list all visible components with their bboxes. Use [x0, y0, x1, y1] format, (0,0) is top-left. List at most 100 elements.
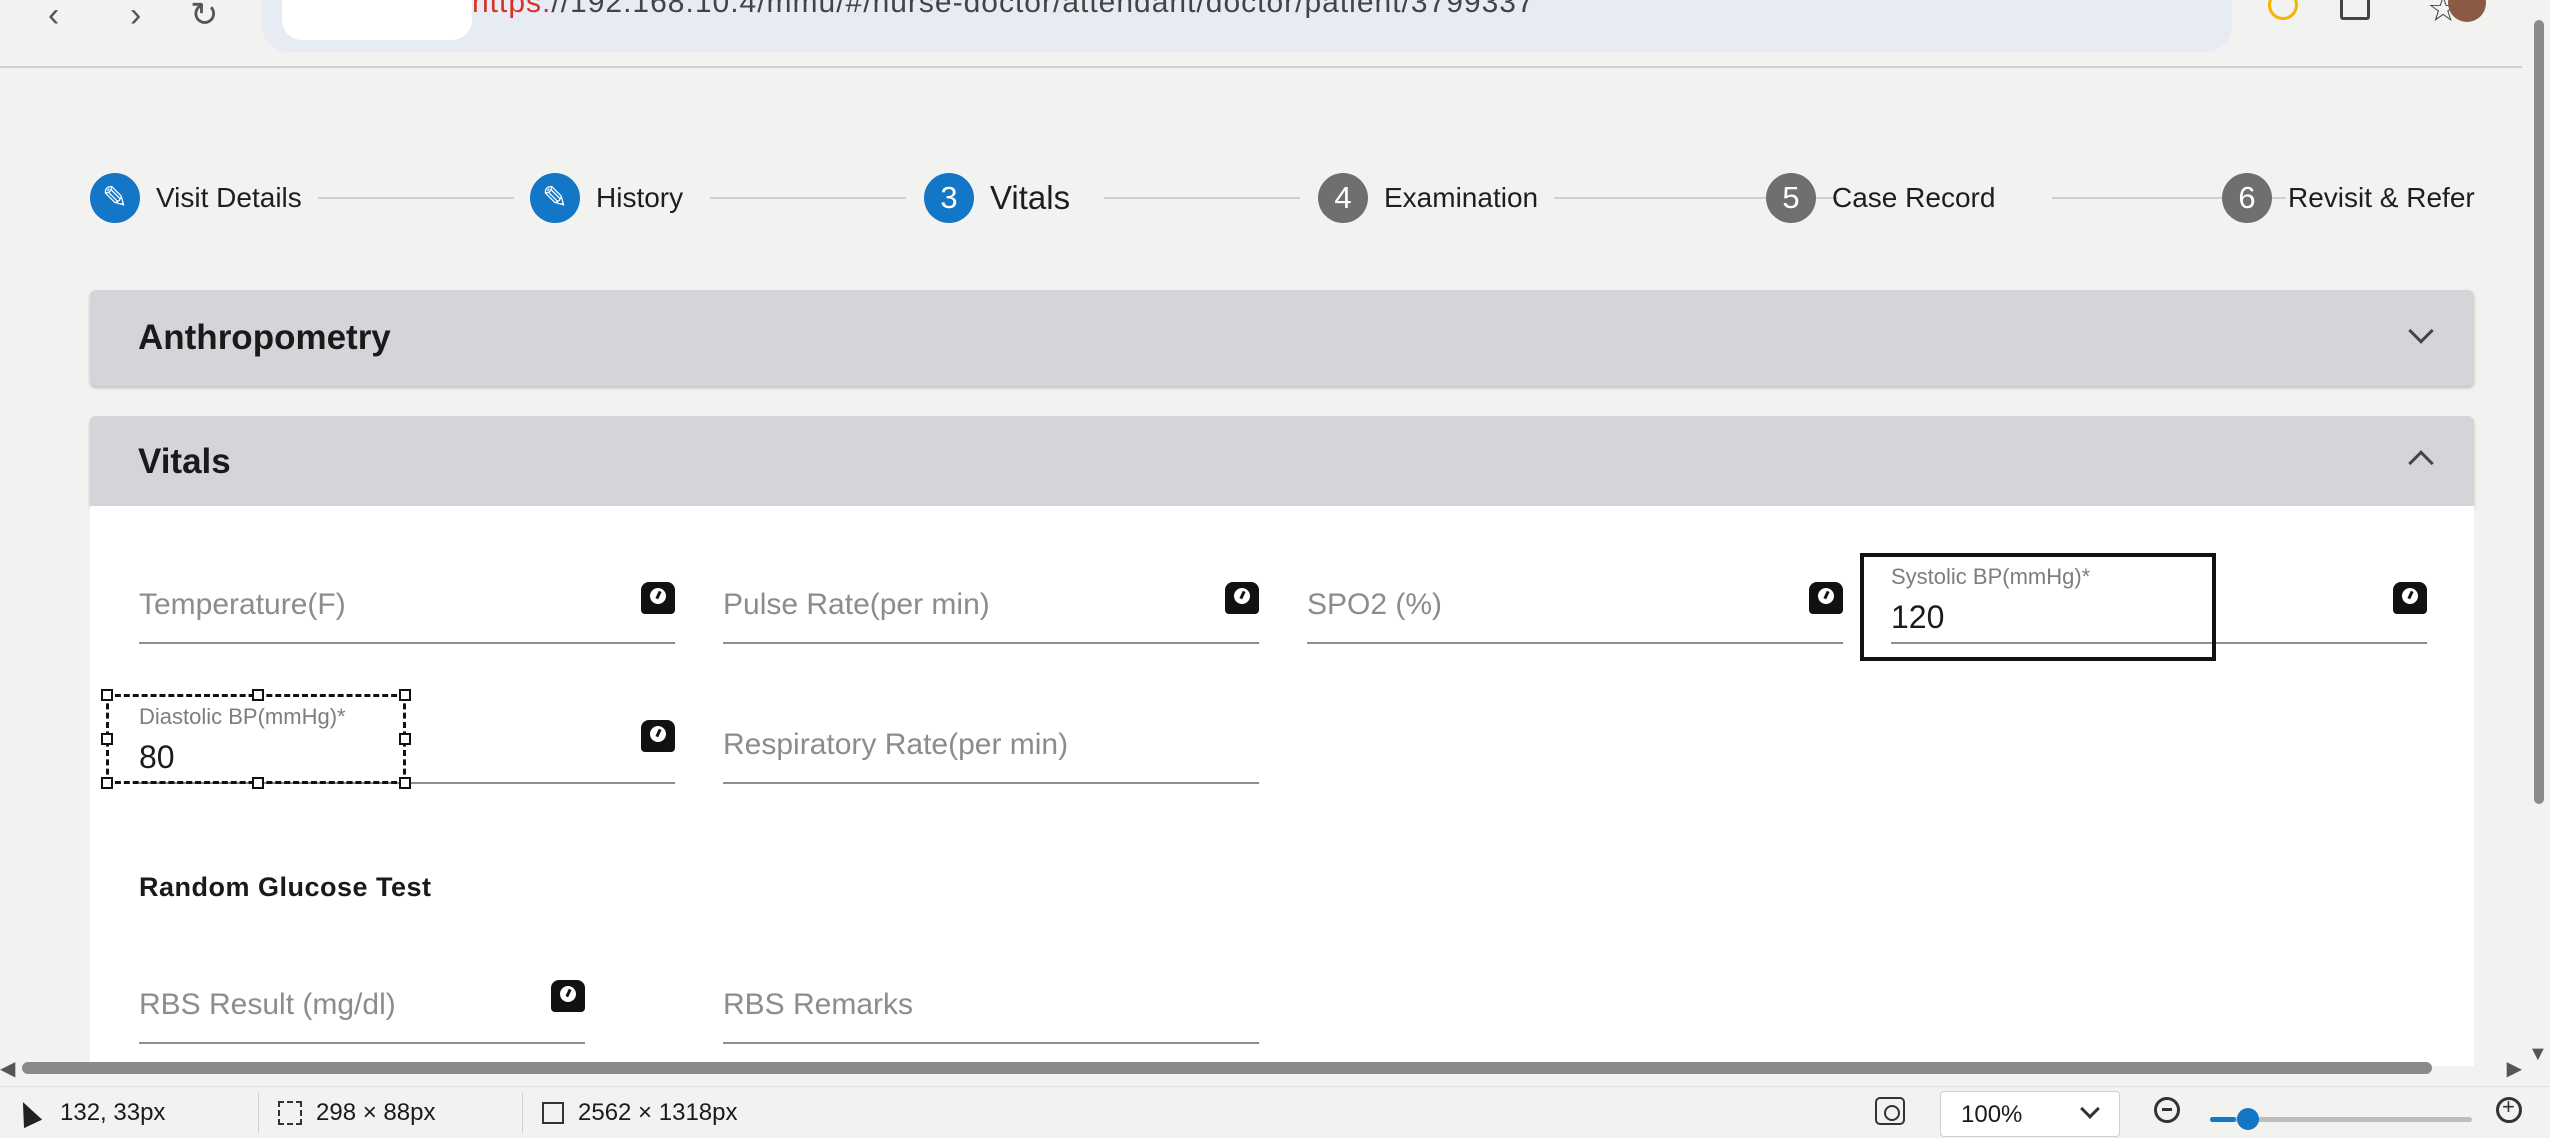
field-underline	[723, 782, 1259, 784]
site-info-chip[interactable]	[282, 0, 472, 40]
respiratory-rate-placeholder: Respiratory Rate(per min)	[723, 728, 1069, 761]
step-label: Visit Details	[156, 182, 302, 213]
resize-handle[interactable]	[101, 689, 113, 701]
resize-handle[interactable]	[252, 689, 264, 701]
step-connector	[1104, 197, 1300, 199]
rbs-remarks-placeholder: RBS Remarks	[723, 988, 914, 1021]
step-vitals[interactable]: 3 Vitals	[924, 170, 1070, 226]
extension-icon[interactable]	[2268, 0, 2298, 20]
address-bar[interactable]: https://192.168.10.4/mmu/#/nurse-doctor/…	[262, 0, 2459, 52]
step-number: 4	[1318, 173, 1368, 223]
browser-toolbar: ‹ › ↻ https://192.168.10.4/mmu/#/nurse-d…	[0, 0, 2550, 68]
selection-size: 298 × 88px	[278, 1099, 435, 1127]
image-size: 2562 × 1318px	[542, 1099, 737, 1127]
field-underline	[1307, 642, 1843, 644]
step-label: Examination	[1384, 182, 1539, 213]
field-underline	[723, 1042, 1259, 1044]
url-text[interactable]: https://192.168.10.4/mmu/#/nurse-doctor/…	[472, 0, 1535, 20]
horizontal-scroll-thumb[interactable]	[22, 1062, 2432, 1074]
device-reading-icon[interactable]	[641, 720, 675, 752]
step-history[interactable]: ✎ History	[530, 170, 683, 226]
device-reading-icon[interactable]	[2393, 582, 2427, 614]
horizontal-scrollbar[interactable]: ◀ ▶	[0, 1054, 2522, 1082]
pulse-rate-field[interactable]: Pulse Rate(per min)	[723, 504, 1259, 644]
step-label: History	[596, 182, 684, 213]
step-case-record[interactable]: 5 Case Record	[1766, 170, 1995, 226]
image-size-icon	[542, 1102, 564, 1124]
reload-icon[interactable]: ↻	[190, 0, 219, 32]
step-label: Case Record	[1832, 182, 1996, 213]
step-number: 3	[924, 173, 974, 223]
chevron-down-icon[interactable]	[2408, 318, 2434, 344]
step-label: Revisit & Refer	[2288, 182, 2475, 213]
device-reading-icon[interactable]	[1225, 582, 1259, 614]
step-connector	[710, 197, 906, 199]
edit-pencil-icon: ✎	[90, 173, 140, 223]
rbs-result-field[interactable]: RBS Result (mg/dl)	[139, 904, 585, 1044]
resize-handle[interactable]	[252, 777, 264, 789]
resize-handle[interactable]	[101, 777, 113, 789]
step-examination[interactable]: 4 Examination	[1318, 170, 1538, 226]
edit-pencil-icon: ✎	[530, 173, 580, 223]
chevron-up-icon[interactable]	[2408, 450, 2434, 476]
anthropometry-panel-header[interactable]: Anthropometry	[90, 290, 2474, 386]
step-revisit-refer[interactable]: 6 Revisit & Refer	[2222, 170, 2475, 226]
scroll-right-arrow-icon[interactable]: ▶	[2507, 1056, 2522, 1081]
resize-handle[interactable]	[101, 733, 113, 745]
cursor-icon	[13, 1097, 43, 1129]
step-connector	[318, 197, 514, 199]
divider	[258, 1093, 259, 1133]
divider	[522, 1093, 523, 1133]
panel-title: Anthropometry	[138, 318, 391, 357]
spo2-field[interactable]: SPO2 (%)	[1307, 504, 1843, 644]
url-protocol: https:	[472, 0, 552, 19]
url-path: //192.168.10.4/mmu/#/nurse-doctor/attend…	[551, 0, 1535, 19]
cursor-position: 132, 33px	[13, 1097, 166, 1129]
spo2-placeholder: SPO2 (%)	[1307, 588, 1443, 621]
zoom-slider-thumb[interactable]	[2237, 1108, 2259, 1130]
selection-icon	[278, 1101, 302, 1125]
panel-title: Vitals	[138, 442, 231, 481]
zoom-slider[interactable]	[2210, 1108, 2472, 1130]
selection-size-text: 298 × 88px	[316, 1099, 436, 1126]
step-number: 6	[2222, 173, 2272, 223]
scroll-left-arrow-icon[interactable]: ◀	[0, 1056, 15, 1081]
screenshot-icon[interactable]	[1875, 1097, 1905, 1125]
zoom-in-icon[interactable]	[2496, 1094, 2522, 1123]
pulse-rate-placeholder: Pulse Rate(per min)	[723, 588, 990, 621]
back-icon[interactable]: ‹	[48, 0, 59, 32]
device-reading-icon[interactable]	[551, 980, 585, 1012]
field-underline	[139, 1042, 585, 1044]
device-reading-icon[interactable]	[1809, 582, 1843, 614]
image-size-text: 2562 × 1318px	[578, 1099, 738, 1126]
tab-window-icon[interactable]	[2340, 0, 2370, 20]
zoom-select[interactable]: 100%	[1940, 1091, 2120, 1137]
cursor-position-text: 132, 33px	[60, 1099, 166, 1126]
random-glucose-heading: Random Glucose Test	[139, 872, 432, 902]
vertical-scroll-thumb[interactable]	[2534, 20, 2544, 804]
temperature-placeholder: Temperature(F)	[139, 588, 346, 621]
step-label: Vitals	[990, 179, 1071, 216]
rbs-result-placeholder: RBS Result (mg/dl)	[139, 988, 396, 1021]
zoom-slider-fill	[2210, 1117, 2236, 1122]
vertical-scrollbar[interactable]: ▼	[2522, 20, 2550, 1066]
forward-icon[interactable]: ›	[130, 0, 141, 32]
rbs-remarks-field[interactable]: RBS Remarks	[723, 904, 1259, 1044]
scroll-down-arrow-icon[interactable]: ▼	[2528, 1043, 2548, 1066]
temperature-field[interactable]: Temperature(F)	[139, 504, 675, 644]
selection-rectangle[interactable]	[101, 689, 411, 789]
respiratory-rate-field[interactable]: Respiratory Rate(per min)	[723, 644, 1259, 784]
highlight-rectangle[interactable]	[1860, 553, 2216, 661]
resize-handle[interactable]	[399, 689, 411, 701]
wizard-stepper: ✎ Visit Details ✎ History 3 Vitals 4 Exa…	[90, 170, 2480, 226]
zoom-out-icon[interactable]	[2154, 1097, 2180, 1123]
step-visit-details[interactable]: ✎ Visit Details	[90, 170, 302, 226]
step-number: 5	[1766, 173, 1816, 223]
chevron-down-icon	[2080, 1099, 2100, 1119]
vitals-panel-header[interactable]: Vitals	[90, 416, 2474, 506]
resize-handle[interactable]	[399, 777, 411, 789]
resize-handle[interactable]	[399, 733, 411, 745]
status-bar: 132, 33px 298 × 88px 2562 × 1318px 100%	[0, 1086, 2550, 1138]
device-reading-icon[interactable]	[641, 582, 675, 614]
zoom-value: 100%	[1961, 1101, 2023, 1128]
